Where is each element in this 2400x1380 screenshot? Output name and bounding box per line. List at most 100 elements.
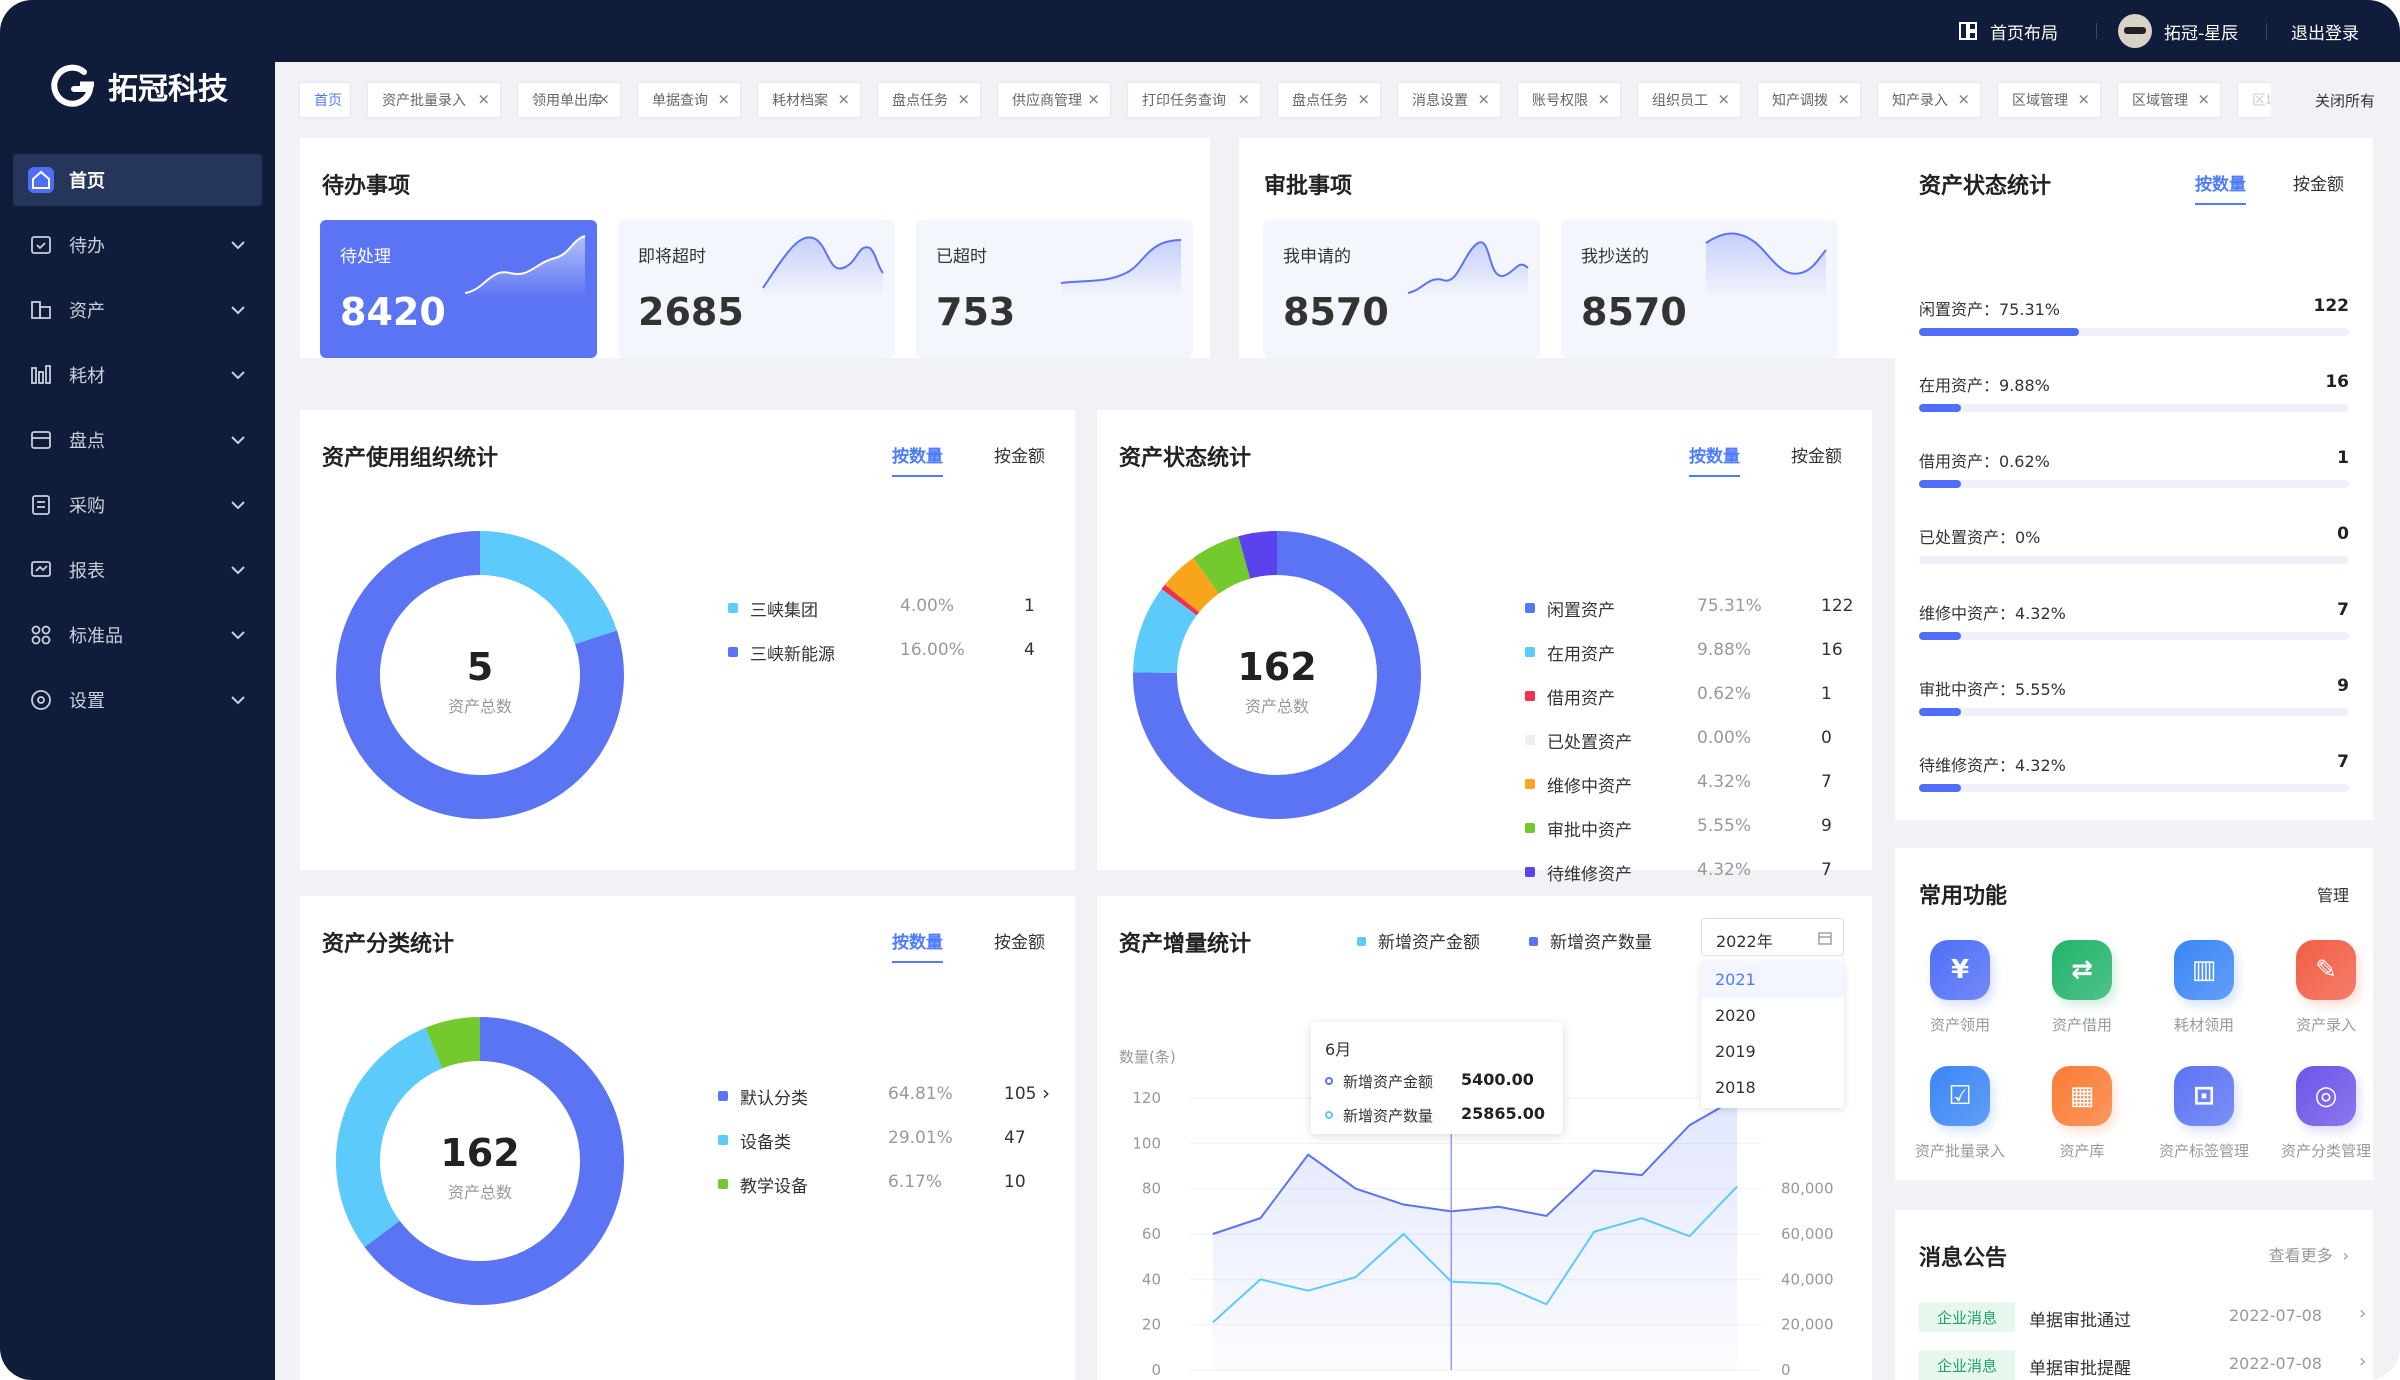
chevron-down-icon: [228, 365, 248, 385]
chevron-down-icon: [228, 300, 248, 320]
donut-slice[interactable]: [425, 1017, 481, 1069]
toggle-by-amount[interactable]: 按金额: [1791, 442, 1842, 467]
sidebar-item[interactable]: 采购: [13, 479, 262, 531]
sidebar-item-label: 待办: [69, 236, 105, 257]
donut-slice[interactable]: [479, 531, 617, 645]
notices-more-link[interactable]: 查看更多 ›: [2269, 1242, 2349, 1266]
notice-item[interactable]: 企业消息 单据审批提醒 2022-07-08 ›: [1919, 1346, 2379, 1380]
legend-count: 47: [1004, 1128, 1026, 1148]
close-icon[interactable]: ×: [717, 90, 730, 108]
sidebar-item[interactable]: 报表: [13, 544, 262, 596]
donut-slice[interactable]: [1161, 584, 1200, 616]
close-icon[interactable]: ×: [957, 90, 970, 108]
tab[interactable]: 耗材档案 ×: [757, 82, 861, 118]
tab[interactable]: 区域管理 ×: [1997, 82, 2101, 118]
year-option[interactable]: 2020: [1701, 998, 1844, 1034]
toggle-by-quantity[interactable]: 按数量: [892, 442, 943, 477]
donut-slice[interactable]: [1238, 531, 1278, 579]
donut-center: 162 资产总数: [380, 1131, 580, 1203]
sidebar-item[interactable]: 资产: [13, 284, 262, 336]
tab[interactable]: 区域: [2237, 82, 2271, 118]
toggle-by-quantity[interactable]: 按数量: [1689, 442, 1740, 477]
toggle-by-amount[interactable]: 按金额: [994, 928, 1045, 953]
year-option[interactable]: 2018: [1701, 1070, 1844, 1106]
chevron-right-icon[interactable]: ›: [1042, 1081, 1050, 1105]
toggle-by-quantity[interactable]: 按数量: [892, 928, 943, 963]
tab[interactable]: 单据查询 ×: [637, 82, 741, 118]
donut-slice[interactable]: [1164, 557, 1220, 613]
toggle-by-amount[interactable]: 按金额: [994, 442, 1045, 467]
close-icon[interactable]: ×: [1477, 90, 1490, 108]
function-item[interactable]: ▦ 资产库: [2017, 1066, 2147, 1161]
sidebar-item[interactable]: 耗材: [13, 349, 262, 401]
functions-manage-link[interactable]: 管理: [2317, 882, 2349, 906]
close-icon[interactable]: ×: [2197, 90, 2210, 108]
sidebar-item-label: 耗材: [69, 366, 105, 387]
close-icon[interactable]: ×: [1357, 90, 1370, 108]
sidebar-item[interactable]: 设置: [13, 674, 262, 726]
function-label: 资产库: [2059, 1142, 2105, 1160]
tab[interactable]: 盘点任务 ×: [1277, 82, 1381, 118]
legend-percent: 29.01%: [888, 1128, 953, 1148]
function-item[interactable]: ⊡ 资产标签管理: [2139, 1066, 2269, 1161]
tab[interactable]: 组织员工 ×: [1637, 82, 1741, 118]
todo-overdue-card[interactable]: 已超时 753: [916, 220, 1193, 358]
logout-button[interactable]: 退出登录: [2291, 0, 2359, 62]
tab[interactable]: 账号权限 ×: [1517, 82, 1621, 118]
close-icon[interactable]: ×: [1087, 90, 1100, 108]
donut-slice[interactable]: [1193, 536, 1251, 595]
tab[interactable]: 消息设置 ×: [1397, 82, 1501, 118]
function-item[interactable]: ¥ 资产领用: [1895, 940, 2025, 1035]
avatar: [2118, 14, 2152, 48]
layout-button[interactable]: 首页布局: [1958, 0, 2058, 62]
approval-cc-card[interactable]: 我抄送的 8570: [1561, 220, 1838, 358]
tab[interactable]: 区域管理 ×: [2117, 82, 2221, 118]
divider: [2266, 23, 2267, 39]
tab[interactable]: 打印任务查询 ×: [1127, 82, 1261, 118]
tab[interactable]: 盘点任务 ×: [877, 82, 981, 118]
close-icon[interactable]: ×: [597, 90, 610, 108]
brand-logo[interactable]: 拓冠科技: [50, 62, 228, 110]
legend-name: 教学设备: [740, 1177, 808, 1197]
close-all-tabs-button[interactable]: 关闭所有: [2315, 90, 2375, 111]
close-icon[interactable]: ×: [837, 90, 850, 108]
todo-pending-card[interactable]: 待处理 8420: [320, 220, 597, 358]
notice-item[interactable]: 企业消息 单据审批通过 2022-07-08 ›: [1919, 1298, 2379, 1334]
year-option[interactable]: 2019: [1701, 1034, 1844, 1070]
sidebar-item-label: 首页: [69, 171, 105, 192]
user-menu[interactable]: 拓冠-星辰: [2118, 0, 2238, 62]
sidebar-item[interactable]: 盘点: [13, 414, 262, 466]
legend-swatch: [1525, 647, 1535, 657]
sidebar-item[interactable]: 标准品: [13, 609, 262, 661]
function-label: 资产录入: [2295, 1016, 2356, 1034]
tab[interactable]: 资产批量录入 ×: [367, 82, 501, 118]
notice-text: 单据审批提醒: [2029, 1359, 2131, 1379]
function-item[interactable]: ☑ 资产批量录入: [1895, 1066, 2025, 1161]
close-icon[interactable]: ×: [1717, 90, 1730, 108]
function-item[interactable]: ▥ 耗材领用: [2139, 940, 2269, 1035]
function-item[interactable]: ✎ 资产录入: [2261, 940, 2391, 1035]
sidebar-item[interactable]: 待办: [13, 219, 262, 271]
year-option[interactable]: 2021: [1701, 962, 1844, 998]
close-icon[interactable]: ×: [2077, 90, 2090, 108]
close-icon[interactable]: ×: [1957, 90, 1970, 108]
todo-soon-card[interactable]: 即将超时 2685: [618, 220, 895, 358]
tab[interactable]: 首页: [299, 82, 351, 118]
sidebar-item[interactable]: 首页: [13, 154, 262, 206]
org-stats-title: 资产使用组织统计: [322, 446, 499, 471]
legend-name: 已处置资产: [1547, 733, 1632, 753]
tab[interactable]: 供应商管理 ×: [997, 82, 1111, 118]
donut-slice[interactable]: [1133, 589, 1198, 674]
close-icon[interactable]: ×: [477, 90, 490, 108]
tab[interactable]: 领用单出库 ×: [517, 82, 621, 118]
close-icon[interactable]: ×: [1597, 90, 1610, 108]
legend-count: 105: [1004, 1084, 1037, 1104]
close-icon[interactable]: ×: [1837, 90, 1850, 108]
function-item[interactable]: ⇄ 资产借用: [2017, 940, 2147, 1035]
function-item[interactable]: ◎ 资产分类管理: [2261, 1066, 2391, 1161]
y-axis-label: 数量(条): [1119, 1048, 1176, 1066]
tab[interactable]: 知产录入 ×: [1877, 82, 1981, 118]
tab[interactable]: 知产调拨 ×: [1757, 82, 1861, 118]
close-icon[interactable]: ×: [1237, 90, 1250, 108]
approval-mine-card[interactable]: 我申请的 8570: [1263, 220, 1540, 358]
